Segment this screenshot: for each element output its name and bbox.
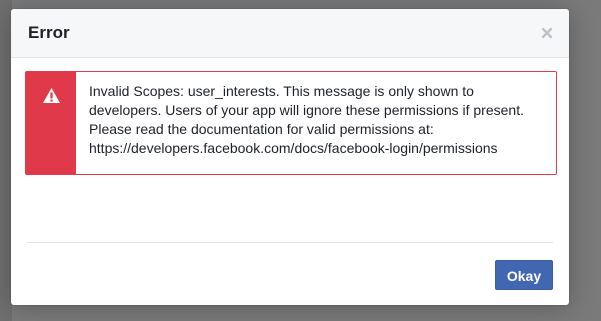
error-alert: Invalid Scopes: user_interests. This mes… <box>25 71 557 175</box>
error-dialog: Error Invalid Scopes: user_interests. Th… <box>11 9 569 305</box>
alert-icon-area <box>26 72 76 174</box>
close-icon <box>541 27 553 39</box>
dialog-header: Error <box>11 9 569 58</box>
warning-icon <box>43 88 60 103</box>
okay-button[interactable]: Okay <box>495 260 553 290</box>
close-button[interactable] <box>539 25 555 41</box>
footer-divider <box>27 242 553 243</box>
dialog-title: Error <box>28 23 70 42</box>
alert-message: Invalid Scopes: user_interests. This mes… <box>89 83 524 156</box>
